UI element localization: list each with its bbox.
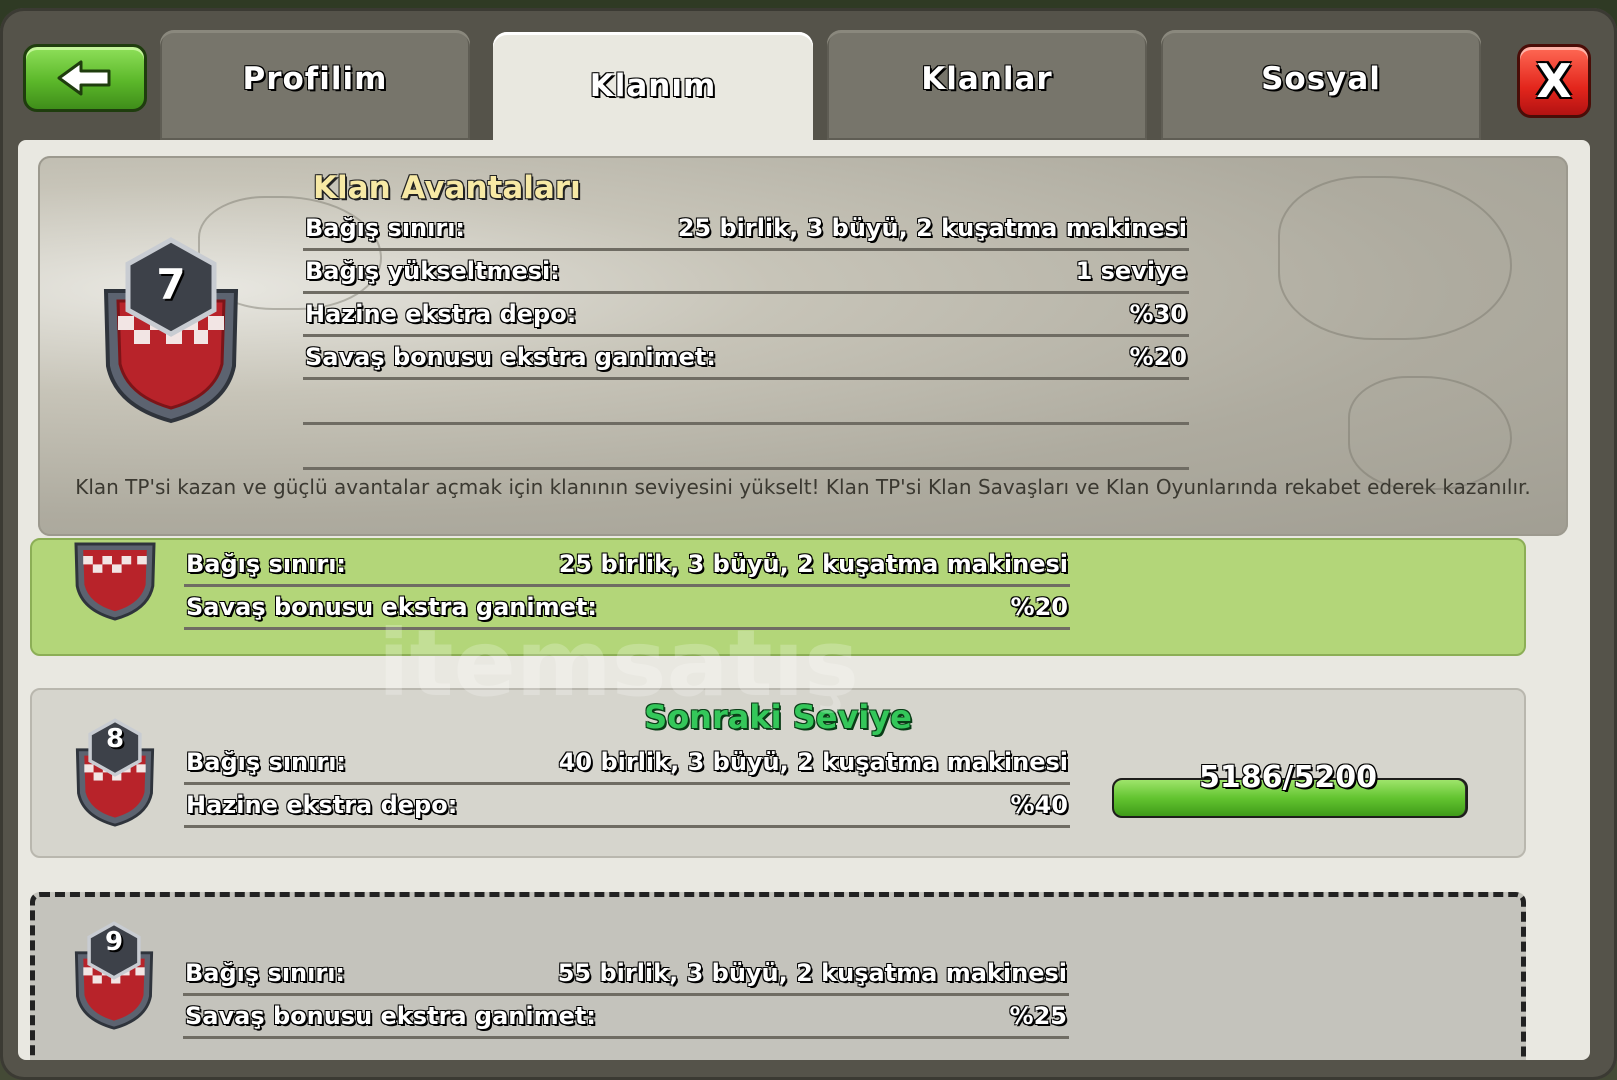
perk-row-empty [303, 425, 1189, 470]
tab-label: Klanım [589, 68, 717, 104]
future-level-card: 9 Bağış sınırı: 55 birlik, 3 büyü, 2 kuş… [30, 892, 1526, 1060]
current-level-perks: Bağış sınırı: 25 birlik, 3 büyü, 2 kuşat… [184, 544, 1070, 630]
perk-row: Savaş bonusu ekstra ganimet: %20 [303, 337, 1189, 380]
perk-row: Bağış sınırı: 25 birlik, 3 büyü, 2 kuşat… [303, 208, 1189, 251]
badge-level: 9 [104, 927, 124, 957]
tab-label: Profilim [242, 61, 388, 97]
tab-label: Sosyal [1261, 61, 1381, 97]
perk-value: 40 birlik, 3 büyü, 2 kuşatma makinesi [558, 748, 1068, 776]
perk-value: %20 [1010, 593, 1068, 621]
next-level-perks: Bağış sınırı: 40 birlik, 3 büyü, 2 kuşat… [184, 742, 1070, 828]
perk-label: Bağış sınırı: [186, 550, 347, 578]
tab-klanim[interactable]: Klanım [493, 32, 813, 152]
perk-value: %30 [1129, 300, 1187, 328]
perk-label: Hazine ekstra depo: [186, 791, 458, 819]
clan-perks-section: 7 Klan Avantaları Bağış sınırı: 25 birli… [38, 156, 1568, 536]
perk-value: 25 birlik, 3 büyü, 2 kuşatma makinesi [677, 214, 1187, 242]
perk-row-empty [303, 380, 1189, 425]
perk-label: Savaş bonusu ekstra ganimet: [305, 343, 716, 371]
perk-row: Bağış sınırı: 55 birlik, 3 büyü, 2 kuşat… [183, 953, 1069, 996]
perk-label: Savaş bonusu ekstra ganimet: [185, 1002, 596, 1030]
perk-value: 1 seviye [1075, 257, 1187, 285]
map-decoration [1278, 176, 1512, 340]
badge-level: 7 [156, 260, 186, 309]
close-icon: X [1536, 54, 1572, 108]
perk-label: Bağış sınırı: [305, 214, 466, 242]
perk-label: Bağış sınırı: [185, 959, 346, 987]
perk-label: Bağış yükseltmesi: [305, 257, 560, 285]
perks-title: Klan Avantaları [313, 170, 581, 206]
back-button[interactable] [23, 44, 147, 112]
next-level-card: Sonraki Seviye 8 Bağış sınırı: 40 birlik… [30, 688, 1526, 858]
clan-xp-progress-label: 5186/5200 [1199, 760, 1377, 795]
clan-panel: 7 Klan Avantaları Bağış sınırı: 25 birli… [18, 140, 1590, 1060]
close-button[interactable]: X [1517, 44, 1591, 118]
badge-level: 8 [105, 724, 125, 754]
next-level-title: Sonraki Seviye [644, 698, 912, 736]
clan-badge-icon [74, 542, 156, 621]
perk-label: Bağış sınırı: [186, 748, 347, 776]
perk-value: 25 birlik, 3 büyü, 2 kuşatma makinesi [558, 550, 1068, 578]
tab-label: Klanlar [921, 61, 1053, 97]
perk-value: %20 [1129, 343, 1187, 371]
future-level-perks: Bağış sınırı: 55 birlik, 3 büyü, 2 kuşat… [183, 953, 1069, 1039]
tab-profilim[interactable]: Profilim [160, 30, 470, 140]
perks-description: Klan TP'si kazan ve güçlü avantalar açma… [75, 475, 1531, 499]
perk-row: Bağış yükseltmesi: 1 seviye [303, 251, 1189, 294]
perk-row: Hazine ekstra depo: %40 [184, 785, 1070, 828]
perk-row: Hazine ekstra depo: %30 [303, 294, 1189, 337]
arrow-left-icon [57, 60, 111, 96]
perk-row: Savaş bonusu ekstra ganimet: %25 [183, 996, 1069, 1039]
tab-klanlar[interactable]: Klanlar [827, 30, 1147, 140]
perk-row: Savaş bonusu ekstra ganimet: %20 [184, 587, 1070, 630]
perk-row: Bağış sınırı: 40 birlik, 3 büyü, 2 kuşat… [184, 742, 1070, 785]
perks-list: Bağış sınırı: 25 birlik, 3 büyü, 2 kuşat… [303, 208, 1189, 470]
perk-label: Savaş bonusu ekstra ganimet: [186, 593, 597, 621]
perk-value: 55 birlik, 3 büyü, 2 kuşatma makinesi [557, 959, 1067, 987]
current-level-card: Bağış sınırı: 25 birlik, 3 büyü, 2 kuşat… [30, 538, 1526, 656]
perk-label: Hazine ekstra depo: [305, 300, 577, 328]
tab-sosyal[interactable]: Sosyal [1161, 30, 1481, 140]
perk-value: %25 [1009, 1002, 1067, 1030]
perk-value: %40 [1010, 791, 1068, 819]
perk-row: Bağış sınırı: 25 birlik, 3 büyü, 2 kuşat… [184, 544, 1070, 587]
clan-window: Profilim Klanım Klanlar Sosyal X 7 Klan … [0, 8, 1617, 1080]
map-decoration [1348, 376, 1512, 490]
